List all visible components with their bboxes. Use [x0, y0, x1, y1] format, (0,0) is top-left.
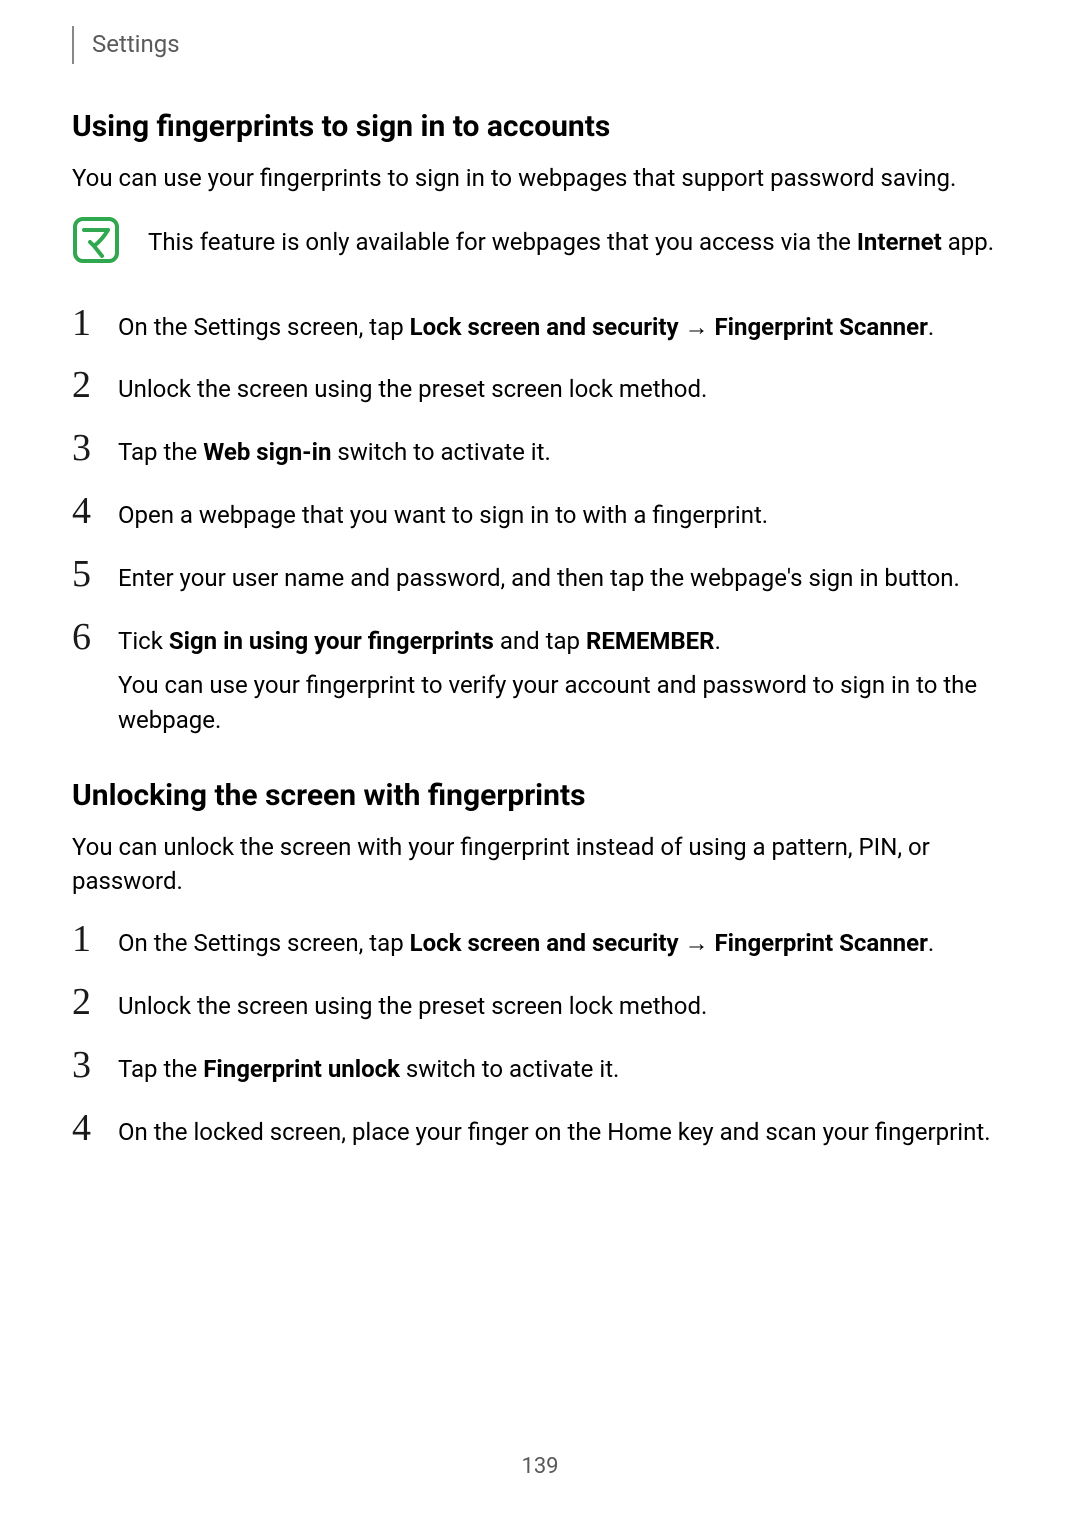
step-text: On the Settings screen, tap Lock screen … — [118, 920, 1008, 961]
section-intro-signin: You can use your fingerprints to sign in… — [72, 162, 1008, 196]
step-text-bold: REMEMBER — [586, 627, 715, 655]
page-content: Settings Using fingerprints to sign in t… — [0, 0, 1080, 1149]
page-number: 139 — [0, 1454, 1080, 1479]
steps-list-unlock: 1 On the Settings screen, tap Lock scree… — [72, 920, 1008, 1149]
step-text-part: Tap the — [118, 1055, 203, 1083]
section-unlock: Unlocking the screen with fingerprints Y… — [72, 778, 1008, 1149]
step-text-part: On the Settings screen, tap — [118, 929, 410, 957]
step-item: 1 On the Settings screen, tap Lock scree… — [72, 304, 1008, 345]
step-text: On the Settings screen, tap Lock screen … — [118, 304, 1008, 345]
header-divider — [72, 26, 74, 64]
step-text-part: Tick — [118, 627, 169, 655]
step-text: Open a webpage that you want to sign in … — [118, 492, 1008, 533]
note-text: This feature is only available for webpa… — [148, 218, 994, 260]
breadcrumb: Settings — [92, 30, 180, 58]
step-number: 5 — [72, 555, 100, 593]
step-text: Tap the Web sign-in switch to activate i… — [118, 429, 1008, 470]
step-item: 3 Tap the Fingerprint unlock switch to a… — [72, 1046, 1008, 1087]
step-text: Tap the Fingerprint unlock switch to act… — [118, 1046, 1008, 1087]
step-text: Tick Sign in using your fingerprints and… — [118, 618, 1008, 738]
step-text-bold: Sign in using your fingerprints — [169, 627, 494, 655]
step-text: Unlock the screen using the preset scree… — [118, 983, 1008, 1024]
step-text-bold: Lock screen and security — [410, 929, 679, 957]
note-text-suffix: app. — [942, 228, 994, 256]
step-number: 6 — [72, 618, 100, 656]
step-text-bold: Fingerprint unlock — [203, 1055, 400, 1083]
step-text-part: Tap the — [118, 438, 203, 466]
step-text-bold: Fingerprint Scanner — [714, 313, 927, 341]
step-item: 5 Enter your user name and password, and… — [72, 555, 1008, 596]
step-item: 4 On the locked screen, place your finge… — [72, 1109, 1008, 1150]
step-item: 2 Unlock the screen using the preset scr… — [72, 983, 1008, 1024]
step-text-part: . — [928, 929, 934, 957]
step-text-part: switch to activate it. — [400, 1055, 619, 1083]
note-text-bold: Internet — [857, 228, 942, 256]
step-number: 3 — [72, 1046, 100, 1084]
step-item: 6 Tick Sign in using your fingerprints a… — [72, 618, 1008, 738]
step-text: Enter your user name and password, and t… — [118, 555, 1008, 596]
note-icon — [72, 216, 120, 264]
section-intro-unlock: You can unlock the screen with your fing… — [72, 831, 1008, 898]
step-number: 4 — [72, 1109, 100, 1147]
step-number: 2 — [72, 983, 100, 1021]
step-item: 2 Unlock the screen using the preset scr… — [72, 366, 1008, 407]
step-text-part: On the Settings screen, tap — [118, 313, 410, 341]
step-text-part: . — [928, 313, 934, 341]
step-text-part: switch to activate it. — [331, 438, 550, 466]
arrow-icon: → — [679, 929, 715, 957]
step-text: Unlock the screen using the preset scree… — [118, 366, 1008, 407]
step-item: 1 On the Settings screen, tap Lock scree… — [72, 920, 1008, 961]
step-item: 3 Tap the Web sign-in switch to activate… — [72, 429, 1008, 470]
step-text: On the locked screen, place your finger … — [118, 1109, 1008, 1150]
step-text-bold: Fingerprint Scanner — [714, 929, 927, 957]
page-header: Settings — [72, 30, 1008, 64]
step-text-bold: Web sign-in — [203, 438, 331, 466]
step-number: 1 — [72, 920, 100, 958]
section-heading-unlock: Unlocking the screen with fingerprints — [72, 778, 1008, 813]
step-text-bold: Lock screen and security — [410, 313, 679, 341]
note-text-prefix: This feature is only available for webpa… — [148, 228, 857, 256]
step-number: 1 — [72, 304, 100, 342]
step-number: 4 — [72, 492, 100, 530]
section-heading-signin: Using fingerprints to sign in to account… — [72, 109, 1008, 144]
step-item: 4 Open a webpage that you want to sign i… — [72, 492, 1008, 533]
step-text-part: and tap — [494, 627, 586, 655]
step-number: 2 — [72, 366, 100, 404]
steps-list-signin: 1 On the Settings screen, tap Lock scree… — [72, 304, 1008, 738]
note-callout: This feature is only available for webpa… — [72, 218, 1008, 264]
arrow-icon: → — [679, 313, 715, 341]
step-number: 3 — [72, 429, 100, 467]
step-text-extra: You can use your fingerprint to verify y… — [118, 668, 1008, 738]
step-text-part: . — [715, 627, 721, 655]
